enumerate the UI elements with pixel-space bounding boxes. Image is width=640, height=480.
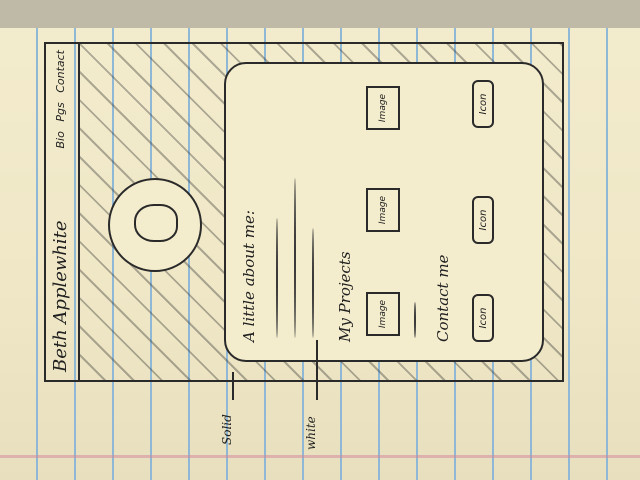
paper-top-edge — [0, 0, 640, 28]
project-caption-line — [414, 302, 416, 338]
project-image[interactable]: Image — [366, 292, 400, 336]
wireframe: Beth Applewhite Bio Pgs Contact A little… — [44, 42, 564, 382]
avatar-face-icon — [134, 204, 178, 242]
nav-bio[interactable]: Bio — [54, 131, 67, 148]
about-title: A little about me: — [240, 210, 258, 342]
annotation-white: white — [304, 416, 318, 450]
margin-line — [0, 455, 640, 458]
content-card: A little about me: My Projects Image Ima… — [224, 62, 544, 362]
nav-contact[interactable]: Contact — [54, 50, 67, 93]
avatar — [108, 178, 202, 272]
contact-icon[interactable]: Icon — [472, 196, 494, 244]
projects-title: My Projects — [336, 251, 354, 342]
nav-pgs[interactable]: Pgs — [54, 102, 67, 121]
annotation-arrow — [232, 372, 234, 400]
about-text-line — [312, 228, 314, 338]
contact-icon[interactable]: Icon — [472, 294, 494, 342]
annotation-arrow — [316, 340, 318, 400]
project-image[interactable]: Image — [366, 86, 400, 130]
contact-title: Contact me — [434, 254, 452, 342]
about-text-line — [276, 218, 278, 338]
annotation-solid: Solid — [220, 414, 234, 445]
site-name[interactable]: Beth Applewhite — [50, 220, 71, 372]
about-text-line — [294, 178, 296, 338]
site-header: Beth Applewhite Bio Pgs Contact — [44, 42, 80, 382]
project-image[interactable]: Image — [366, 188, 400, 232]
contact-icon[interactable]: Icon — [472, 80, 494, 128]
top-nav: Bio Pgs Contact — [54, 50, 67, 155]
